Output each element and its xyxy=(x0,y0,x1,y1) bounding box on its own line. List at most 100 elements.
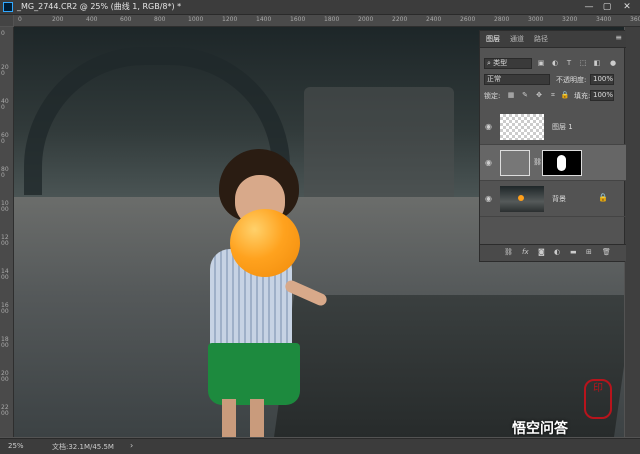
ruler-tick-label: 2200 xyxy=(1,404,9,417)
document-size: 文档:32.1M/45.5M xyxy=(52,443,114,451)
ruler-tick-label: 1800 xyxy=(1,336,9,349)
filter-toggle-icon[interactable]: ● xyxy=(608,58,618,68)
photo-girl-leg xyxy=(222,399,236,437)
filter-kind-label: 类型 xyxy=(493,59,508,67)
filter-adjust-icon[interactable]: ◐ xyxy=(550,58,560,68)
layer-mask-thumbnail[interactable] xyxy=(542,150,582,176)
ruler-tick-label: 400 xyxy=(1,98,9,111)
panel-footer: ⛓ fx ◙ ◐ ▬ ⊞ 🗑 xyxy=(480,244,626,261)
lock-artboard-icon[interactable]: ⌗ xyxy=(548,90,558,100)
ruler-tick-label: 1000 xyxy=(188,16,204,23)
opacity-label: 不透明度: xyxy=(556,76,587,84)
layer-thumbnail xyxy=(500,186,544,212)
watermark-text: 悟空问答 xyxy=(512,421,568,437)
lock-move-icon[interactable]: ✥ xyxy=(534,90,544,100)
opacity-input[interactable]: 100% xyxy=(590,74,614,85)
filter-row: ⌕ 类型 ▣ ◐ T ⬚ ◧ ● xyxy=(480,57,626,71)
minimize-button[interactable]: — xyxy=(582,0,596,14)
layer-row[interactable]: ◉ 背景 🔒 xyxy=(480,181,626,217)
photoshop-icon xyxy=(3,2,13,12)
mask-shape xyxy=(557,155,566,171)
eye-icon[interactable]: ◉ xyxy=(485,122,492,131)
tab-channels[interactable]: 通道 xyxy=(510,34,524,44)
ruler-tick-label: 2600 xyxy=(460,16,476,23)
filter-pixel-icon[interactable]: ▣ xyxy=(536,58,546,68)
blend-row: 正常 不透明度: 100% xyxy=(480,73,626,87)
ruler-corner[interactable] xyxy=(0,15,13,26)
ruler-tick-label: 800 xyxy=(154,16,166,23)
ruler-tick-label: 0 xyxy=(18,16,22,23)
folder-icon[interactable]: ▬ xyxy=(570,248,577,256)
lock-brush-icon[interactable]: ✎ xyxy=(520,90,530,100)
ruler-tick-label: 2200 xyxy=(392,16,408,23)
layer-row[interactable]: ◉ 图层 1 xyxy=(480,109,626,145)
filter-smart-icon[interactable]: ◧ xyxy=(592,58,602,68)
ruler-top[interactable]: 0 200 400 600 800 1000 1200 1400 1600 1800 2000 220… xyxy=(14,15,640,27)
layer-row[interactable]: ◉ ⛓ xyxy=(480,145,626,181)
ruler-tick-label: 200 xyxy=(1,64,9,77)
curves-adjustment-icon xyxy=(500,150,530,176)
eye-icon[interactable]: ◉ xyxy=(485,158,492,167)
adjustment-icon[interactable]: ◐ xyxy=(554,248,560,256)
ruler-tick-label: 3400 xyxy=(596,16,612,23)
panel-menu-icon[interactable]: ≡ xyxy=(615,33,622,42)
right-toolbar-strip xyxy=(625,27,640,437)
ruler-tick-label: 1400 xyxy=(1,268,9,281)
new-layer-icon[interactable]: ⊞ xyxy=(586,248,592,256)
fill-input[interactable]: 100% xyxy=(590,90,614,101)
fx-icon[interactable]: fx xyxy=(522,248,529,256)
seal-stamp: 印 xyxy=(584,379,612,419)
layer-name: 图层 1 xyxy=(552,123,573,131)
search-icon: ⌕ xyxy=(487,59,491,67)
status-bar: 25% 文档:32.1M/45.5M › xyxy=(0,438,640,454)
lock-transparent-icon[interactable]: ▦ xyxy=(506,90,516,100)
title-bar: _MG_2744.CR2 @ 25% (曲线 1, RGB/8*) * — ▢ … xyxy=(0,0,640,15)
ruler-tick-label: 2400 xyxy=(426,16,442,23)
filter-kind-select[interactable]: ⌕ 类型 xyxy=(484,58,532,69)
ruler-tick-label: 1200 xyxy=(1,234,9,247)
ruler-tick-label: 3000 xyxy=(528,16,544,23)
filter-type-icon[interactable]: T xyxy=(564,58,574,68)
ruler-tick-label: 1800 xyxy=(324,16,340,23)
filter-shape-icon[interactable]: ⬚ xyxy=(578,58,588,68)
mask-icon[interactable]: ◙ xyxy=(538,248,545,256)
ruler-tick-label: 1600 xyxy=(290,16,306,23)
blend-mode-select[interactable]: 正常 xyxy=(484,74,550,85)
photo-girl-skirt xyxy=(208,343,300,405)
zoom-level[interactable]: 25% xyxy=(8,442,24,450)
ruler-tick-label: 2000 xyxy=(1,370,9,383)
ruler-tick-label: 1600 xyxy=(1,302,9,315)
ruler-tick-label: 1000 xyxy=(1,200,9,213)
maximize-button[interactable]: ▢ xyxy=(600,0,614,14)
layers-panel: 图层 通道 路径 ≡ ⌕ 类型 ▣ ◐ T ⬚ ◧ ● 正常 不透明度: 100… xyxy=(479,30,626,262)
link-icon[interactable]: ⛓ xyxy=(504,248,513,256)
fill-label: 填充: xyxy=(574,92,591,100)
ruler-tick-label: 3200 xyxy=(562,16,578,23)
lock-all-icon[interactable]: 🔒 xyxy=(560,90,570,100)
status-menu-arrow[interactable]: › xyxy=(130,441,133,450)
ruler-tick-label: 1400 xyxy=(256,16,272,23)
layer-thumbnail xyxy=(500,114,544,140)
photo-balloon xyxy=(230,209,300,277)
close-button[interactable]: ✕ xyxy=(620,0,634,14)
eye-icon[interactable]: ◉ xyxy=(485,194,492,203)
photo-building xyxy=(304,87,454,207)
ruler-tick-label: 3600 xyxy=(630,16,640,23)
tab-paths[interactable]: 路径 xyxy=(534,34,548,44)
lock-icon: 🔒 xyxy=(598,193,608,202)
tab-layers[interactable]: 图层 xyxy=(486,34,500,44)
document-tab-title[interactable]: _MG_2744.CR2 @ 25% (曲线 1, RGB/8*) * xyxy=(17,1,181,12)
trash-icon[interactable]: 🗑 xyxy=(602,248,611,256)
ruler-tick-label: 600 xyxy=(1,132,9,145)
lock-label: 锁定: xyxy=(484,92,501,100)
ruler-tick-label: 200 xyxy=(52,16,64,23)
ruler-tick-label: 400 xyxy=(86,16,98,23)
ruler-tick-label: 2800 xyxy=(494,16,510,23)
photo-girl-leg xyxy=(250,399,264,437)
ruler-left[interactable]: 0 200 400 600 800 1000 1200 1400 1600 1800 2000 220… xyxy=(0,27,14,437)
chain-link-icon[interactable]: ⛓ xyxy=(533,158,542,166)
ruler-tick-label: 600 xyxy=(120,16,132,23)
lock-row: 锁定: ▦ ✎ ✥ ⌗ 🔒 填充: 100% xyxy=(480,89,626,103)
ruler-tick-label: 800 xyxy=(1,166,9,179)
ruler-tick-label: 0 xyxy=(1,30,5,37)
